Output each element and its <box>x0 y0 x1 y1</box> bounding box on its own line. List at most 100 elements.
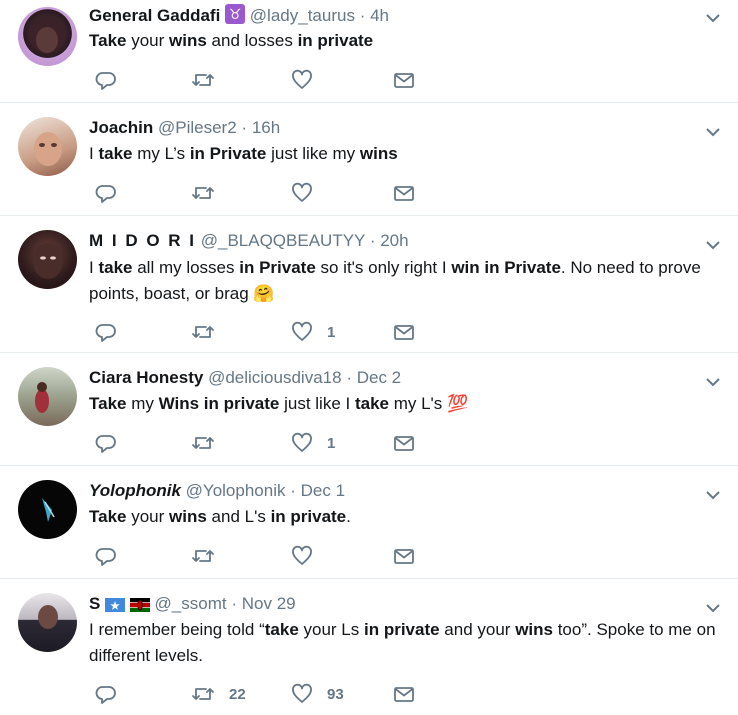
user-handle[interactable]: @_ssomt <box>155 594 227 613</box>
reply-button[interactable] <box>95 431 131 455</box>
retweet-icon <box>192 688 214 700</box>
envelope-icon <box>394 186 414 201</box>
reply-button[interactable] <box>95 320 131 344</box>
separator-dot: · <box>346 368 352 387</box>
user-handle[interactable]: @deliciousdiva18 <box>208 368 342 387</box>
reply-button[interactable] <box>95 68 131 92</box>
action-bar: 1 <box>89 431 419 455</box>
timestamp[interactable]: 16h <box>252 118 280 137</box>
like-count: 93 <box>327 685 344 703</box>
tweet[interactable]: General Gaddafi ♉ @lady_taurus · 4h Take… <box>0 0 738 103</box>
chevron-down-icon[interactable] <box>704 486 722 504</box>
reply-button[interactable] <box>95 181 131 205</box>
chevron-down-icon[interactable] <box>704 236 722 254</box>
action-bar <box>89 181 419 205</box>
retweet-button[interactable] <box>191 181 229 205</box>
chevron-down-icon[interactable] <box>704 123 722 141</box>
avatar[interactable] <box>18 367 77 426</box>
timestamp[interactable]: Dec 2 <box>357 368 401 387</box>
display-name[interactable]: Ciara Honesty <box>89 368 203 387</box>
reply-icon <box>95 435 116 453</box>
display-name[interactable]: Yolophonik <box>89 481 181 500</box>
tweet-text: Take my Wins in private just like I take… <box>89 394 469 413</box>
avatar[interactable] <box>18 7 77 66</box>
action-bar <box>89 68 419 92</box>
display-name[interactable]: M I D O R I <box>89 231 196 250</box>
envelope-icon <box>394 549 414 564</box>
timestamp[interactable]: 20h <box>380 231 408 250</box>
tweet[interactable]: Yolophonik @Yolophonik · Dec 1 Take your… <box>0 466 738 579</box>
display-name[interactable]: General Gaddafi <box>89 6 220 25</box>
retweet-icon <box>192 437 214 449</box>
like-count: 1 <box>327 434 336 452</box>
tweet[interactable]: Joachin @Pileser2 · 16h I take my L’s in… <box>0 103 738 216</box>
separator-dot: · <box>231 594 238 613</box>
avatar[interactable] <box>18 593 77 652</box>
like-count: 1 <box>327 323 336 341</box>
separator-dot: · <box>241 118 248 137</box>
like-button[interactable]: 1 <box>291 431 335 455</box>
dm-button[interactable] <box>393 431 415 455</box>
avatar[interactable] <box>18 117 77 176</box>
kenya-flag-icon <box>129 596 150 618</box>
retweet-button[interactable] <box>191 320 229 344</box>
retweet-button[interactable] <box>191 431 229 455</box>
envelope-icon <box>394 73 414 88</box>
reply-icon <box>95 548 116 566</box>
tweet[interactable]: Ciara Honesty @deliciousdiva18 · Dec 2 T… <box>0 353 738 466</box>
retweet-button[interactable] <box>191 544 229 568</box>
dm-button[interactable] <box>393 68 415 92</box>
svg-text:♉: ♉ <box>229 7 242 23</box>
envelope-icon <box>394 436 414 451</box>
dm-button[interactable] <box>393 544 415 568</box>
retweet-icon <box>192 550 214 562</box>
like-button[interactable]: 93 <box>291 682 344 706</box>
reply-icon <box>95 324 116 342</box>
separator-dot: · <box>369 231 376 250</box>
reply-icon <box>95 686 116 704</box>
envelope-icon <box>394 325 414 340</box>
separator-dot: · <box>290 481 296 500</box>
like-button[interactable]: 1 <box>291 320 335 344</box>
envelope-icon <box>394 687 414 702</box>
heart-icon <box>292 545 312 565</box>
heart-icon <box>292 683 312 703</box>
dm-button[interactable] <box>393 320 415 344</box>
tweet-text: Take your wins and L's in private. <box>89 507 351 526</box>
user-handle[interactable]: @_BLAQQBEAUTYY <box>201 231 365 250</box>
heart-icon <box>292 321 312 341</box>
tweet[interactable]: S @_ssomt · Nov 29 I remember being told… <box>0 579 738 715</box>
reply-icon <box>95 72 116 90</box>
taurus-badge-icon: ♉ <box>225 4 246 30</box>
heart-icon <box>292 432 312 452</box>
avatar[interactable] <box>18 480 77 539</box>
user-handle[interactable]: @Pileser2 <box>158 118 237 137</box>
tweet-feed: General Gaddafi ♉ @lady_taurus · 4h Take… <box>0 0 738 715</box>
chevron-down-icon[interactable] <box>704 9 722 27</box>
chevron-down-icon[interactable] <box>704 599 722 617</box>
reply-icon <box>95 185 116 203</box>
display-name[interactable]: S <box>89 594 100 613</box>
retweet-count: 22 <box>229 685 246 703</box>
user-handle[interactable]: @lady_taurus <box>250 6 355 25</box>
like-button[interactable] <box>291 181 327 205</box>
heart-icon <box>292 69 312 89</box>
reply-button[interactable] <box>95 544 131 568</box>
display-name[interactable]: Joachin <box>89 118 153 137</box>
tweet[interactable]: M I D O R I @_BLAQQBEAUTYY · 20h I take … <box>0 216 738 353</box>
timestamp[interactable]: Nov 29 <box>242 594 296 613</box>
like-button[interactable] <box>291 544 327 568</box>
reply-button[interactable] <box>95 682 131 706</box>
tweet-text: I remember being told “take your Ls in p… <box>89 620 716 665</box>
dm-button[interactable] <box>393 181 415 205</box>
retweet-button[interactable] <box>191 68 229 92</box>
retweet-button[interactable]: 22 <box>191 682 246 706</box>
user-handle[interactable]: @Yolophonik <box>186 481 286 500</box>
chevron-down-icon[interactable] <box>704 373 722 391</box>
avatar[interactable] <box>18 230 77 289</box>
timestamp[interactable]: 4h <box>370 6 389 25</box>
retweet-icon <box>192 326 214 338</box>
dm-button[interactable] <box>393 682 415 706</box>
like-button[interactable] <box>291 68 327 92</box>
timestamp[interactable]: Dec 1 <box>301 481 345 500</box>
